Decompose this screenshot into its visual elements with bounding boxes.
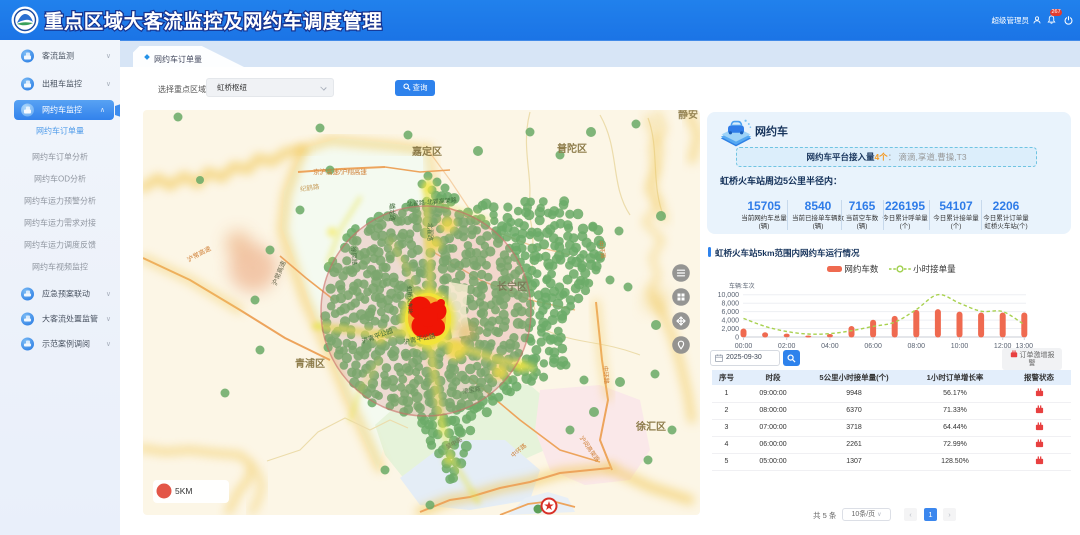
svg-text:京沪高速/沪翔高速: 京沪高速/沪翔高速	[313, 167, 367, 176]
svg-text:重点区域大客流监控及网约车调度管理: 重点区域大客流监控及网约车调度管理	[44, 10, 382, 33]
svg-text:长宁区: 长宁区	[497, 280, 527, 293]
svg-text:嘉定区: 嘉定区	[411, 145, 442, 158]
svg-text:徐汇区: 徐汇区	[635, 420, 666, 433]
svg-text:04:00: 04:00	[821, 343, 839, 350]
svg-text:10:00: 10:00	[951, 343, 969, 350]
svg-text:北翟路: 北翟路	[426, 223, 434, 241]
svg-text:0: 0	[735, 335, 739, 342]
svg-text:5KM: 5KM	[175, 486, 192, 496]
svg-text:00:00: 00:00	[735, 343, 753, 350]
svg-text:蟠龙路: 蟠龙路	[388, 203, 396, 221]
svg-text:2,000: 2,000	[721, 326, 739, 333]
svg-text:青浦区: 青浦区	[295, 357, 325, 370]
svg-text:02:00: 02:00	[778, 343, 796, 350]
svg-text:车辆:车次: 车辆:车次	[729, 282, 755, 290]
svg-text:普陀区: 普陀区	[557, 142, 587, 155]
svg-text:4,000: 4,000	[721, 318, 739, 325]
svg-text:8,000: 8,000	[721, 301, 739, 308]
svg-text:6,000: 6,000	[721, 309, 739, 316]
svg-text:10,000: 10,000	[718, 292, 740, 299]
svg-text:08:00: 08:00	[908, 343, 926, 350]
svg-text:静安: 静安	[678, 110, 698, 121]
svg-text:06:00: 06:00	[864, 343, 882, 350]
